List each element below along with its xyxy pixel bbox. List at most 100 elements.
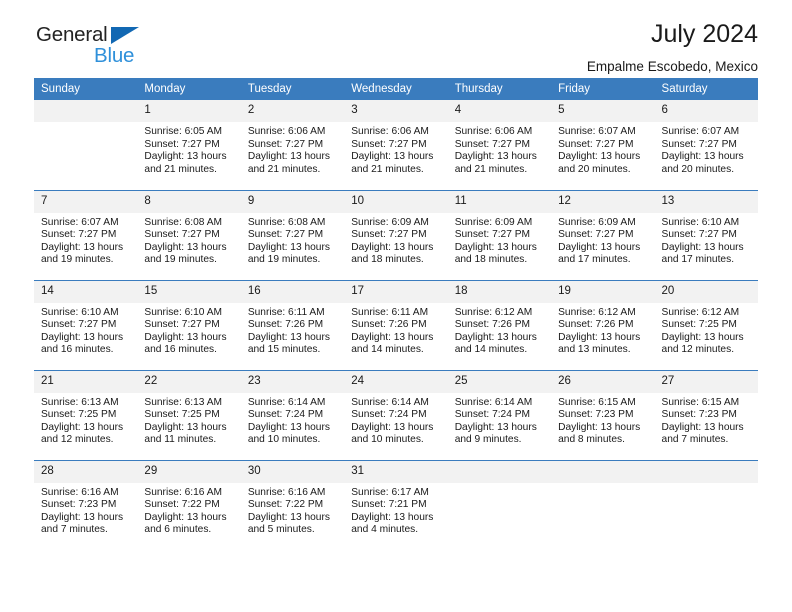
daylight-text-line2: and 10 minutes. <box>351 434 424 446</box>
day-number: 8 <box>137 190 241 213</box>
daylight-text-line1: Daylight: 13 hours <box>247 511 330 523</box>
daylight-text-line1: Daylight: 13 hours <box>41 331 124 343</box>
sunrise-text: Sunrise: 6:11 AM <box>351 306 429 318</box>
calendar-day-cell[interactable]: 29 Sunrise: 6:16 AM Sunset: 7:22 PM Dayligh… <box>137 459 241 550</box>
calendar-day-cell[interactable]: 20 Sunrise: 6:12 AM Sunset: 7:25 PM Dayligh… <box>654 279 758 370</box>
calendar-day-cell[interactable]: 18 Sunrise: 6:12 AM Sunset: 7:26 PM Dayligh… <box>447 279 552 370</box>
sunset-text: Sunset: 7:27 PM <box>661 138 737 150</box>
sunset-text: Sunset: 7:27 PM <box>454 229 531 241</box>
day-number: 13 <box>654 190 758 213</box>
day-number <box>34 100 138 122</box>
sunrise-text: Sunrise: 6:06 AM <box>247 126 326 137</box>
sunrise-text: Sunrise: 6:07 AM <box>41 216 119 228</box>
calendar-day-cell[interactable]: 27 Sunrise: 6:15 AM Sunset: 7:23 PM Dayligh… <box>654 369 758 460</box>
sunrise-text: Sunrise: 6:14 AM <box>351 396 429 408</box>
sunrise-text: Sunrise: 6:14 AM <box>247 396 326 408</box>
day-number: 10 <box>344 190 448 213</box>
daylight-text-line1: Daylight: 13 hours <box>351 331 434 343</box>
sunset-text: Sunset: 7:27 PM <box>41 319 117 331</box>
sunrise-text: Sunrise: 6:15 AM <box>661 396 740 408</box>
calendar-day-cell[interactable]: 31 Sunrise: 6:17 AM Sunset: 7:21 PM Dayligh… <box>344 459 448 550</box>
sunrise-text: Sunrise: 6:13 AM <box>144 396 223 408</box>
day-details: Sunrise: 6:09 AM Sunset: 7:27 PM Daylight:… <box>448 213 551 267</box>
daylight-text-line2: and 10 minutes. <box>247 434 321 446</box>
calendar-day-cell[interactable]: 22 Sunrise: 6:13 AM Sunset: 7:25 PM Dayligh… <box>137 369 241 460</box>
daylight-text-line2: and 17 minutes. <box>558 254 631 266</box>
calendar-day-cell[interactable]: 23 Sunrise: 6:14 AM Sunset: 7:24 PM Dayligh… <box>240 369 345 460</box>
day-number: 23 <box>240 370 345 393</box>
day-cell-inner: 1 Sunrise: 6:05 AM Sunset: 7:27 PM Daylight… <box>137 100 241 190</box>
daylight-text-line1: Daylight: 13 hours <box>454 421 537 433</box>
sunrise-text: Sunrise: 6:08 AM <box>247 216 326 228</box>
day-details: Sunrise: 6:10 AM Sunset: 7:27 PM Daylight:… <box>34 303 137 357</box>
daylight-text-line1: Daylight: 13 hours <box>661 331 744 343</box>
day-number: 17 <box>344 280 448 303</box>
calendar-week-row: 7 Sunrise: 6:07 AM Sunset: 7:27 PM Daylight… <box>34 189 758 280</box>
calendar-day-cell[interactable]: 11 Sunrise: 6:09 AM Sunset: 7:27 PM Dayligh… <box>447 189 552 280</box>
calendar-day-cell[interactable]: 26 Sunrise: 6:15 AM Sunset: 7:23 PM Dayligh… <box>551 369 655 460</box>
sunrise-text: Sunrise: 6:08 AM <box>144 216 223 228</box>
calendar-day-cell[interactable]: 15 Sunrise: 6:10 AM Sunset: 7:27 PM Dayligh… <box>137 279 241 370</box>
day-details: Sunrise: 6:11 AM Sunset: 7:26 PM Daylight:… <box>241 303 344 357</box>
day-details: Sunrise: 6:13 AM Sunset: 7:25 PM Daylight:… <box>34 393 137 447</box>
daylight-text-line2: and 12 minutes. <box>661 344 735 356</box>
calendar-day-cell[interactable]: 10 Sunrise: 6:09 AM Sunset: 7:27 PM Dayligh… <box>344 189 448 280</box>
day-details: Sunrise: 6:14 AM Sunset: 7:24 PM Daylight:… <box>241 393 344 447</box>
sunrise-text: Sunrise: 6:10 AM <box>144 306 223 318</box>
calendar-day-cell[interactable]: 19 Sunrise: 6:12 AM Sunset: 7:26 PM Dayligh… <box>551 279 655 370</box>
calendar-day-cell-empty <box>34 100 138 190</box>
sunset-text: Sunset: 7:27 PM <box>558 229 634 241</box>
sunrise-text: Sunrise: 6:16 AM <box>41 486 119 498</box>
calendar-day-cell[interactable]: 17 Sunrise: 6:11 AM Sunset: 7:26 PM Dayligh… <box>344 279 448 370</box>
calendar-day-cell[interactable]: 30 Sunrise: 6:16 AM Sunset: 7:22 PM Dayligh… <box>240 459 345 550</box>
sunset-text: Sunset: 7:26 PM <box>454 319 531 331</box>
day-number: 1 <box>137 100 241 122</box>
calendar-day-cell[interactable]: 28 Sunrise: 6:16 AM Sunset: 7:23 PM Dayligh… <box>34 459 138 550</box>
calendar-day-cell[interactable]: 12 Sunrise: 6:09 AM Sunset: 7:27 PM Dayligh… <box>551 189 655 280</box>
daylight-text-line2: and 5 minutes. <box>247 524 315 536</box>
day-details: Sunrise: 6:12 AM Sunset: 7:26 PM Daylight:… <box>551 303 654 357</box>
daylight-text-line2: and 16 minutes. <box>144 344 217 356</box>
day-number: 29 <box>137 460 241 483</box>
day-details: Sunrise: 6:16 AM Sunset: 7:22 PM Daylight:… <box>241 483 344 537</box>
sunrise-text: Sunrise: 6:07 AM <box>558 126 636 137</box>
sunset-text: Sunset: 7:26 PM <box>558 319 634 331</box>
calendar-day-cell[interactable]: 7 Sunrise: 6:07 AM Sunset: 7:27 PM Daylight… <box>34 189 138 280</box>
day-number: 25 <box>447 370 552 393</box>
calendar-day-cell[interactable]: 3 Sunrise: 6:06 AM Sunset: 7:27 PM Daylight… <box>344 100 448 190</box>
sunrise-text: Sunrise: 6:10 AM <box>41 306 119 318</box>
calendar-day-cell[interactable]: 25 Sunrise: 6:14 AM Sunset: 7:24 PM Dayligh… <box>447 369 552 460</box>
day-details: Sunrise: 6:16 AM Sunset: 7:22 PM Daylight:… <box>137 483 240 537</box>
calendar-day-cell[interactable]: 5 Sunrise: 6:07 AM Sunset: 7:27 PM Daylight… <box>551 100 655 190</box>
day-number: 3 <box>344 100 448 122</box>
triangle-icon <box>111 27 139 44</box>
day-number: 24 <box>344 370 448 393</box>
daylight-text-line1: Daylight: 13 hours <box>351 241 434 253</box>
calendar-day-cell[interactable]: 24 Sunrise: 6:14 AM Sunset: 7:24 PM Dayligh… <box>344 369 448 460</box>
daylight-text-line1: Daylight: 13 hours <box>558 241 641 253</box>
daylight-text-line2: and 13 minutes. <box>558 344 631 356</box>
calendar-day-cell[interactable]: 13 Sunrise: 6:10 AM Sunset: 7:27 PM Dayligh… <box>654 189 758 280</box>
daylight-text-line1: Daylight: 13 hours <box>558 331 641 343</box>
sunset-text: Sunset: 7:27 PM <box>454 138 531 150</box>
calendar-day-cell[interactable]: 4 Sunrise: 6:06 AM Sunset: 7:27 PM Daylight… <box>447 100 552 190</box>
sunset-text: Sunset: 7:27 PM <box>351 229 427 241</box>
day-details: Sunrise: 6:17 AM Sunset: 7:21 PM Daylight:… <box>344 483 447 537</box>
sunrise-text: Sunrise: 6:06 AM <box>454 126 533 137</box>
day-number: 28 <box>34 460 138 483</box>
calendar-day-cell[interactable]: 16 Sunrise: 6:11 AM Sunset: 7:26 PM Dayligh… <box>240 279 345 370</box>
calendar-day-cell[interactable]: 21 Sunrise: 6:13 AM Sunset: 7:25 PM Dayligh… <box>34 369 138 460</box>
logo-blue-text: Blue <box>94 44 135 67</box>
sunrise-text: Sunrise: 6:10 AM <box>661 216 740 228</box>
calendar-day-cell[interactable]: 1 Sunrise: 6:05 AM Sunset: 7:27 PM Daylight… <box>137 100 241 190</box>
calendar-day-cell[interactable]: 2 Sunrise: 6:06 AM Sunset: 7:27 PM Daylight… <box>240 100 345 190</box>
day-cell-inner: 22 Sunrise: 6:13 AM Sunset: 7:25 PM Dayligh… <box>137 370 241 460</box>
day-details: Sunrise: 6:16 AM Sunset: 7:23 PM Daylight:… <box>34 483 137 537</box>
calendar-day-cell[interactable]: 8 Sunrise: 6:08 AM Sunset: 7:27 PM Daylight… <box>137 189 241 280</box>
daylight-text-line1: Daylight: 13 hours <box>661 241 744 253</box>
day-details: Sunrise: 6:15 AM Sunset: 7:23 PM Daylight:… <box>655 393 758 447</box>
sunrise-text: Sunrise: 6:12 AM <box>661 306 740 318</box>
calendar-day-cell[interactable]: 6 Sunrise: 6:07 AM Sunset: 7:27 PM Daylight… <box>654 100 758 190</box>
calendar-day-cell[interactable]: 9 Sunrise: 6:08 AM Sunset: 7:27 PM Daylight… <box>240 189 345 280</box>
calendar-day-cell[interactable]: 14 Sunrise: 6:10 AM Sunset: 7:27 PM Dayligh… <box>34 279 138 370</box>
